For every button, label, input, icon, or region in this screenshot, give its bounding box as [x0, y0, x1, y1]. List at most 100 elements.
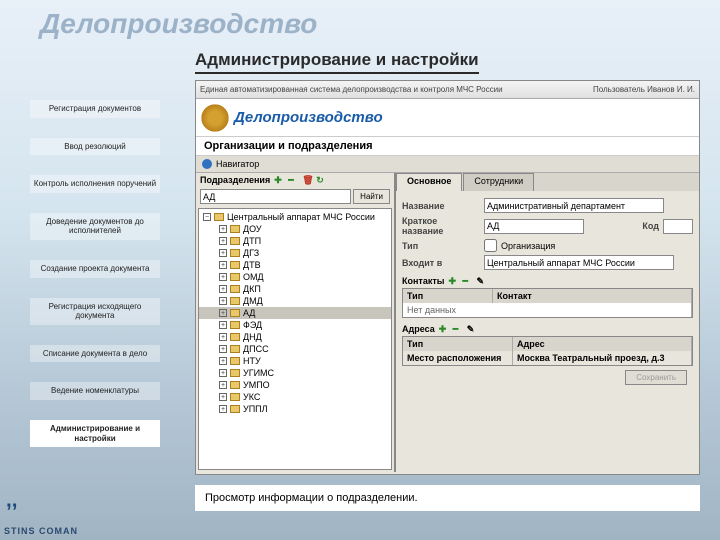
watermark-title: Делопроизводство: [40, 8, 317, 40]
tree-item[interactable]: +УКС: [199, 391, 391, 403]
tree-item-label: ДТП: [243, 236, 261, 246]
expand-icon[interactable]: +: [219, 321, 227, 329]
tree-item-label: ДОУ: [243, 224, 262, 234]
app-title: Делопроизводство: [234, 109, 383, 126]
short-label: Краткое название: [402, 216, 480, 236]
expand-icon[interactable]: +: [219, 285, 227, 293]
sidebar: Регистрация документов Ввод резолюций Конт…: [30, 100, 160, 467]
tree-item[interactable]: + ДКП: [199, 283, 391, 295]
tree-item-label: УМПО: [243, 380, 270, 390]
tree-item[interactable]: +ДТВ: [199, 259, 391, 271]
sidebar-item[interactable]: Доведение документов до исполнителей: [30, 213, 160, 240]
expand-icon[interactable]: +: [219, 369, 227, 377]
delete-icon[interactable]: 🗑: [302, 175, 312, 185]
sidebar-item[interactable]: Создание проекта документа: [30, 260, 160, 278]
save-button[interactable]: Сохранить: [625, 370, 687, 385]
sidebar-item[interactable]: Контроль исполнения поручений: [30, 175, 160, 193]
tab[interactable]: Основное: [396, 173, 462, 191]
folder-icon: [230, 261, 240, 269]
footer-brand: STINS COMAN: [4, 526, 78, 536]
expand-icon[interactable]: +: [219, 273, 227, 281]
org-tree[interactable]: −Центральный аппарат МЧС России+ДОУ+ДТП+…: [198, 208, 392, 470]
parent-label: Входит в: [402, 258, 480, 268]
expand-icon[interactable]: +: [219, 237, 227, 245]
tree-item[interactable]: + ДОУ: [199, 223, 391, 235]
tree-item[interactable]: +ДМД: [199, 295, 391, 307]
tree-item[interactable]: +ФЭД: [199, 319, 391, 331]
add-icon[interactable]: ✚: [274, 175, 284, 185]
navigator-label[interactable]: Навигатор: [216, 159, 259, 169]
sidebar-item[interactable]: Ведение номенклатуры: [30, 382, 160, 400]
system-text: Единая автоматизированная система делопр…: [200, 85, 503, 94]
app-window: Единая автоматизированная система делопр…: [195, 80, 700, 475]
tree-item[interactable]: + ОМД: [199, 271, 391, 283]
add-icon[interactable]: ✚: [448, 276, 458, 286]
tree-root-label[interactable]: Центральный аппарат МЧС России: [227, 212, 375, 222]
add-icon[interactable]: ✚: [439, 324, 449, 334]
caption-bar: Просмотр информации о подразделении.: [195, 485, 700, 511]
expand-icon[interactable]: +: [219, 393, 227, 401]
folder-icon: [230, 369, 240, 377]
col-type: Тип: [403, 337, 513, 351]
tree-item[interactable]: +ДГЗ: [199, 247, 391, 259]
globe-icon: [202, 159, 212, 169]
collapse-icon[interactable]: −: [203, 213, 211, 221]
expand-icon[interactable]: +: [219, 333, 227, 341]
left-pane-header: Подразделения: [200, 175, 270, 185]
expand-icon[interactable]: +: [219, 309, 227, 317]
tree-item[interactable]: + АД: [199, 307, 391, 319]
expand-icon[interactable]: +: [219, 405, 227, 413]
app-header: Делопроизводство: [196, 99, 699, 137]
tab[interactable]: Сотрудники: [463, 173, 534, 191]
col-contact: Контакт: [493, 289, 692, 303]
expand-icon[interactable]: +: [219, 225, 227, 233]
tree-item[interactable]: +УППЛ: [199, 403, 391, 415]
short-field[interactable]: [484, 219, 584, 234]
right-pane: ОсновноеСотрудники Название Краткое назв…: [396, 173, 699, 472]
code-label: Код: [642, 221, 659, 231]
tree-item-label: АД: [243, 308, 255, 318]
sidebar-item[interactable]: Регистрация исходящего документа: [30, 298, 160, 325]
find-button[interactable]: Найти: [353, 189, 390, 204]
tree-item-label: ОМД: [243, 272, 264, 282]
folder-icon: [230, 405, 240, 413]
tree-item[interactable]: + ДНД: [199, 331, 391, 343]
col-type: Тип: [403, 289, 493, 303]
code-field[interactable]: [663, 219, 693, 234]
tree-item[interactable]: + ДТП: [199, 235, 391, 247]
expand-icon[interactable]: +: [219, 357, 227, 365]
expand-icon[interactable]: +: [219, 345, 227, 353]
tree-item-label: НТУ: [243, 356, 261, 366]
remove-icon[interactable]: ━: [453, 324, 463, 334]
expand-icon[interactable]: +: [219, 261, 227, 269]
search-input[interactable]: [200, 189, 351, 204]
folder-icon: [230, 249, 240, 257]
expand-icon[interactable]: +: [219, 297, 227, 305]
caption-text: Просмотр информации о подразделении.: [205, 492, 418, 504]
expand-icon[interactable]: +: [219, 249, 227, 257]
name-label: Название: [402, 201, 480, 211]
refresh-icon[interactable]: ↻: [316, 175, 326, 185]
name-field[interactable]: [484, 198, 664, 213]
user-name: Иванов И. И.: [647, 85, 695, 94]
sidebar-item[interactable]: Регистрация документов: [30, 100, 160, 118]
sidebar-item[interactable]: Администрирование и настройки: [30, 420, 160, 447]
tree-item-label: ДКП: [243, 284, 261, 294]
tree-item[interactable]: +УГИМС: [199, 367, 391, 379]
folder-icon: [214, 213, 224, 221]
tree-item-label: ДНД: [243, 332, 262, 342]
detail-form: Название Краткое название Код Тип Органи…: [396, 191, 699, 393]
tree-item[interactable]: +ДПСС: [199, 343, 391, 355]
parent-field[interactable]: [484, 255, 674, 270]
edit-icon[interactable]: ✎: [467, 324, 477, 334]
user-label: Пользователь: [593, 85, 645, 94]
org-checkbox[interactable]: [484, 239, 497, 252]
sidebar-item[interactable]: Ввод резолюций: [30, 138, 160, 156]
tree-item[interactable]: + НТУ: [199, 355, 391, 367]
expand-icon[interactable]: +: [219, 381, 227, 389]
remove-icon[interactable]: ━: [288, 175, 298, 185]
remove-icon[interactable]: ━: [462, 276, 472, 286]
edit-icon[interactable]: ✎: [476, 276, 486, 286]
sidebar-item[interactable]: Списание документа в дело: [30, 345, 160, 363]
tree-item[interactable]: + УМПО: [199, 379, 391, 391]
